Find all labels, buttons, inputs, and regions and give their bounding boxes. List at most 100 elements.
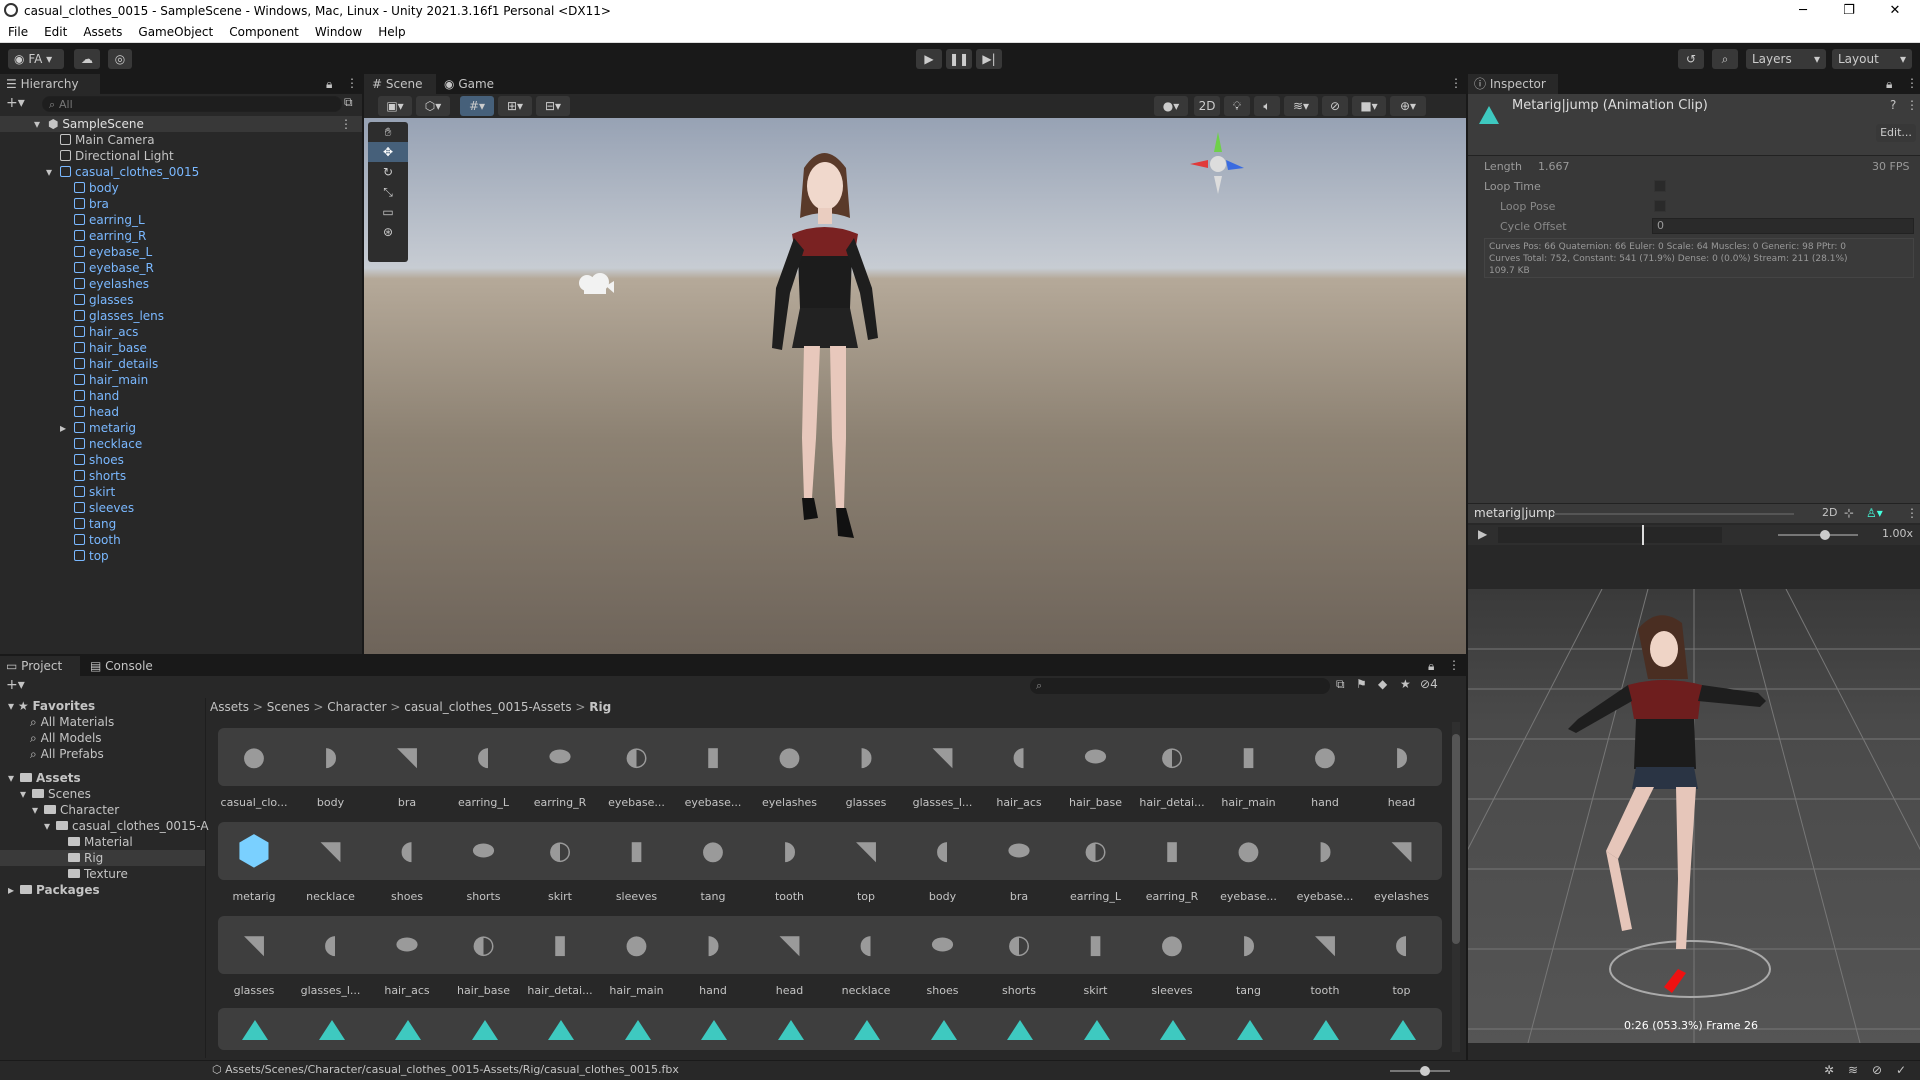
tab-project[interactable]: ▭ Project (0, 656, 80, 676)
more-icon[interactable]: ⋮ (1906, 98, 1918, 112)
asset-item[interactable]: ◥ glasses (216, 916, 292, 997)
lock-icon[interactable]: 🔒︎ (1428, 659, 1434, 674)
asset-item[interactable]: ● hair_main (599, 916, 675, 997)
asset-item[interactable]: ◖ shoes (369, 822, 445, 903)
hierarchy-row[interactable]: Directional Light (0, 148, 362, 164)
add-button[interactable]: +▾ (6, 677, 25, 693)
icon-size-slider-thumb[interactable] (1420, 1066, 1430, 1076)
asset-item[interactable]: ◥ bra (369, 728, 445, 809)
more-icon[interactable]: ⋮ (346, 76, 358, 90)
animation-clip-icon[interactable] (317, 1018, 347, 1045)
hierarchy-row[interactable]: hair_details (0, 356, 362, 372)
check-icon[interactable]: ✓ (1896, 1063, 1906, 1077)
asset-item[interactable]: ▮ eyebase... (675, 728, 751, 809)
more-icon[interactable]: ⋮ (1450, 76, 1462, 90)
favorites-row[interactable]: ▾ ★ Favorites (0, 698, 205, 714)
expand-arrow-icon[interactable]: ▾ (20, 786, 32, 802)
layout-dropdown[interactable]: Layout ▾ (1832, 49, 1912, 69)
hierarchy-row[interactable]: tang (0, 516, 362, 532)
move-tool-icon[interactable]: ✥ (368, 142, 408, 162)
filter-icon[interactable]: ⚑ (1356, 677, 1367, 691)
animation-clip-icon[interactable] (393, 1018, 423, 1045)
character-model[interactable] (754, 138, 894, 608)
favorite-item[interactable]: ⌕ All Prefabs (0, 746, 205, 762)
minimize-button[interactable]: ─ (1780, 0, 1826, 22)
breadcrumb-item[interactable]: Rig (589, 700, 611, 714)
expand-arrow-icon[interactable]: ▾ (8, 770, 20, 786)
animation-clip-icon[interactable] (929, 1018, 959, 1045)
asset-item[interactable]: ⬬ earring_R (522, 728, 598, 810)
more-icon[interactable]: ⋮ (340, 116, 352, 132)
asset-item[interactable]: ● eyebase... (1211, 822, 1287, 903)
asset-item[interactable]: ◐ hair_detai... (1134, 728, 1210, 809)
hierarchy-row[interactable]: hair_main (0, 372, 362, 388)
expand-arrow-icon[interactable]: ▸ (8, 882, 20, 898)
asset-item[interactable]: ● eyelashes (752, 728, 828, 809)
bug-icon[interactable]: ✲ (1824, 1063, 1834, 1077)
hierarchy-row[interactable]: necklace (0, 436, 362, 452)
folder-row[interactable]: ▾ Assets (0, 770, 205, 786)
hierarchy-row[interactable]: earring_R (0, 228, 362, 244)
scene-row[interactable]: ▾ ⬢ SampleScene ⋮ (0, 116, 362, 132)
asset-item[interactable]: ◥ top (828, 822, 904, 903)
tab-scene[interactable]: # Scene (364, 74, 436, 94)
more-icon[interactable]: ⋮ (1906, 76, 1918, 90)
add-button[interactable]: +▾ (6, 95, 25, 111)
hierarchy-row[interactable]: ▸ metarig (0, 420, 362, 436)
asset-item[interactable]: ◥ glasses_l... (905, 728, 981, 809)
asset-item[interactable]: ⬬ hair_base (1058, 728, 1134, 810)
folder-row[interactable]: Material (0, 834, 205, 850)
menu-file[interactable]: File (0, 25, 36, 39)
more-icon[interactable]: ⋮ (1448, 658, 1460, 672)
hierarchy-row[interactable]: eyelashes (0, 276, 362, 292)
asset-item[interactable]: ● hand (1287, 728, 1363, 809)
animation-clip-icon[interactable] (1082, 1018, 1112, 1045)
gi-icon[interactable]: ⊘ (1872, 1063, 1882, 1077)
lock-icon[interactable]: 🔒︎ (1886, 77, 1892, 92)
hierarchy-row[interactable]: shoes (0, 452, 362, 468)
asset-item[interactable]: ▮ hair_detai... (522, 916, 598, 997)
menu-help[interactable]: Help (370, 25, 413, 39)
preview-viewport[interactable] (1367, 588, 1920, 1044)
stack-icon[interactable]: ≋ (1848, 1063, 1858, 1077)
asset-item[interactable]: ◖ hair_acs (981, 728, 1057, 809)
hierarchy-row[interactable]: top (0, 548, 362, 564)
project-search-input[interactable]: ⌕ (1030, 678, 1330, 694)
undo-history-button[interactable]: ↺ (1678, 49, 1704, 69)
asset-item[interactable]: ◐ skirt (522, 822, 598, 903)
menu-component[interactable]: Component (221, 25, 307, 39)
pause-button[interactable]: ❚❚ (946, 49, 972, 69)
asset-item[interactable]: ◐ hair_base (446, 916, 522, 997)
hierarchy-row[interactable]: hair_acs (0, 324, 362, 340)
grid-dropdown[interactable]: ⊞▾ (498, 96, 532, 116)
tab-console[interactable]: ▤ Console (84, 656, 164, 676)
expand-arrow-icon[interactable]: ▾ (44, 818, 56, 834)
asset-item[interactable]: ⬬ hair_acs (369, 916, 445, 998)
folder-row[interactable]: ▾ Scenes (0, 786, 205, 802)
asset-item[interactable]: ◗ tooth (752, 822, 828, 903)
grid-snap-toggle[interactable]: #▾ (460, 96, 494, 116)
hierarchy-row[interactable]: tooth (0, 532, 362, 548)
hierarchy-row[interactable]: Main Camera (0, 132, 362, 148)
star-icon[interactable]: ★ (1400, 677, 1411, 691)
camera-gizmo-icon[interactable] (576, 270, 616, 296)
asset-item[interactable]: ◖ top (1364, 916, 1440, 997)
scene-viewport[interactable]: ✋︎ ✥ ↻ ⤡ ▭ ⊛ (364, 118, 1466, 654)
expand-arrow-icon[interactable]: ▾ (32, 802, 44, 818)
asset-item[interactable]: ◥ necklace (293, 822, 369, 903)
cloud-button[interactable]: ☁ (74, 49, 100, 69)
menu-assets[interactable]: Assets (75, 25, 130, 39)
gizmos-dropdown[interactable]: ⊕▾ (1390, 96, 1426, 116)
animation-clip-icon[interactable] (852, 1018, 882, 1045)
asset-item[interactable]: ⬢ metarig (216, 822, 292, 903)
asset-item[interactable]: ◐ shorts (981, 916, 1057, 997)
hidden-packages-icon[interactable]: ⊘4 (1420, 677, 1438, 691)
hierarchy-row[interactable]: earring_L (0, 212, 362, 228)
cycle-offset-field[interactable]: 0 (1652, 218, 1914, 234)
play-icon[interactable]: ▶ (1478, 527, 1487, 541)
camera-dropdown[interactable]: ■▾ (1352, 96, 1386, 116)
search-button[interactable]: ⌕ (1712, 49, 1738, 69)
lock-icon[interactable]: 🔒︎ (326, 77, 332, 92)
hierarchy-row[interactable]: head (0, 404, 362, 420)
hierarchy-row[interactable]: shorts (0, 468, 362, 484)
